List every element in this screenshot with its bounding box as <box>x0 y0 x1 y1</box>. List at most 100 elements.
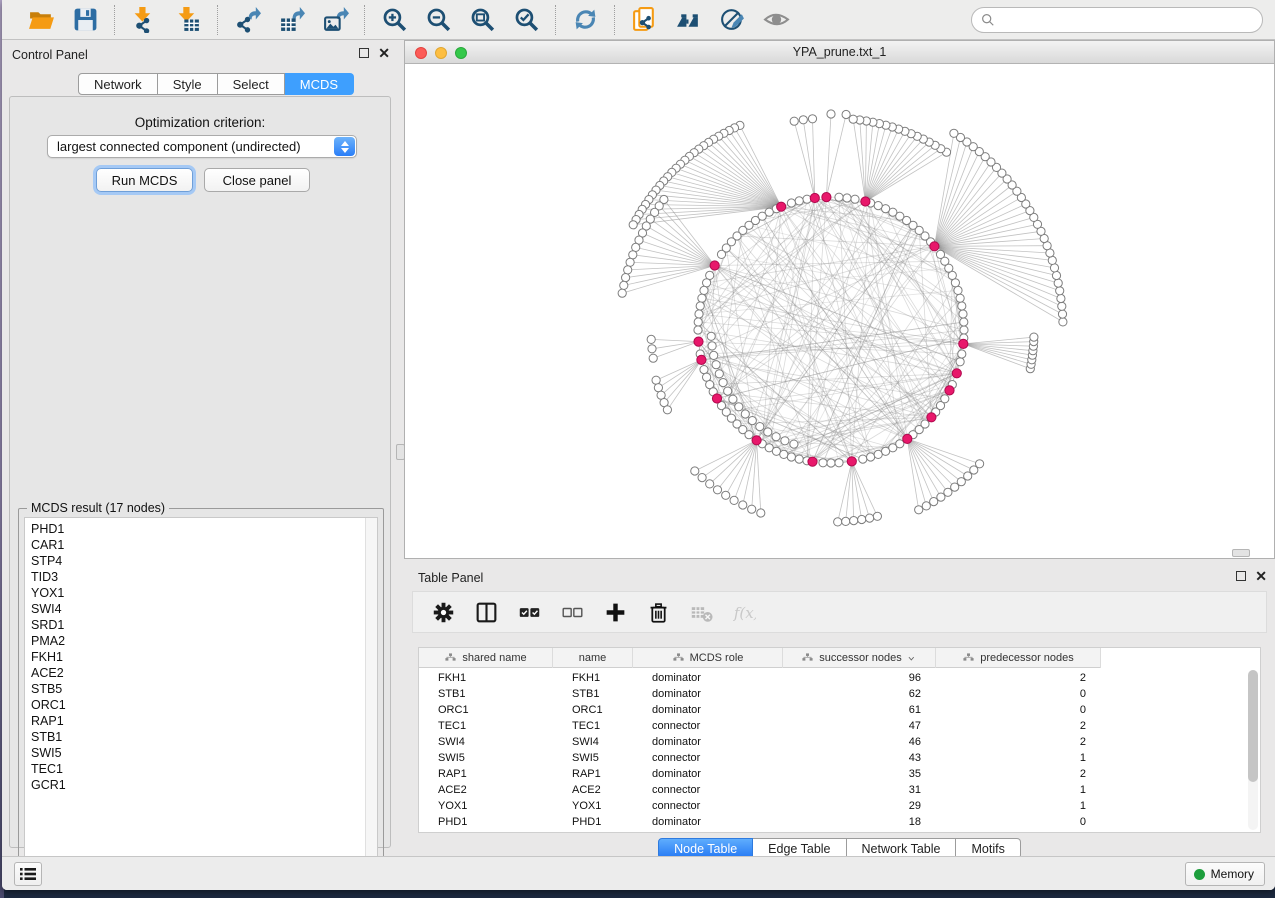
network-node[interactable] <box>649 354 657 362</box>
network-node[interactable] <box>757 509 765 517</box>
mcds-result-item[interactable]: SWI5 <box>31 745 377 761</box>
table-row[interactable]: SWI4SWI4dominator462 <box>419 734 1101 750</box>
network-node[interactable] <box>835 193 843 201</box>
network-node[interactable] <box>834 518 842 526</box>
network-node[interactable] <box>849 115 857 123</box>
search-input[interactable] <box>995 10 1262 30</box>
network-node[interactable] <box>850 517 858 525</box>
mcds-result-item[interactable]: TID3 <box>31 569 377 585</box>
table-row[interactable]: YOX1YOX1connector291 <box>419 798 1101 814</box>
import-network-button[interactable] <box>129 5 159 35</box>
network-node[interactable] <box>859 455 867 463</box>
network-node[interactable] <box>772 433 780 441</box>
mcds-list-scrollbar[interactable] <box>365 518 377 871</box>
network-node[interactable] <box>764 428 772 436</box>
network-node[interactable] <box>722 491 730 499</box>
network-node[interactable] <box>652 376 660 384</box>
network-node[interactable] <box>735 403 743 411</box>
network-node[interactable] <box>715 370 723 378</box>
network-node[interactable] <box>698 474 706 482</box>
table-row[interactable]: ORC1ORC1dominator610 <box>419 702 1101 718</box>
mcds-hub-node[interactable] <box>861 197 870 206</box>
table-row[interactable]: ACE2ACE2connector311 <box>419 782 1101 798</box>
table-row[interactable]: STB1STB1dominator620 <box>419 686 1101 702</box>
mcds-result-item[interactable]: STB1 <box>31 729 377 745</box>
network-node[interactable] <box>1030 333 1038 341</box>
mcds-result-item[interactable]: YOX1 <box>31 585 377 601</box>
network-node[interactable] <box>622 274 630 282</box>
network-node[interactable] <box>819 459 827 467</box>
network-node[interactable] <box>700 286 708 294</box>
tab-style[interactable]: Style <box>158 73 218 95</box>
network-node[interactable] <box>739 501 747 509</box>
network-node[interactable] <box>1056 287 1064 295</box>
network-node[interactable] <box>873 512 881 520</box>
network-node[interactable] <box>795 455 803 463</box>
network-node[interactable] <box>950 129 958 137</box>
close-table-panel-icon[interactable]: ✕ <box>1255 571 1267 581</box>
network-node[interactable] <box>858 515 866 523</box>
tab-select[interactable]: Select <box>218 73 285 95</box>
network-node[interactable] <box>1052 271 1060 279</box>
network-node[interactable] <box>708 342 716 350</box>
network-node[interactable] <box>787 199 795 207</box>
network-node[interactable] <box>748 505 756 513</box>
network-node[interactable] <box>1058 302 1066 310</box>
tab-network[interactable]: Network <box>78 73 158 95</box>
float-panel-icon[interactable] <box>359 48 369 58</box>
network-node[interactable] <box>724 387 732 395</box>
mcds-hub-node[interactable] <box>927 413 936 422</box>
network-node[interactable] <box>745 431 753 439</box>
network-node[interactable] <box>756 423 764 431</box>
network-node[interactable] <box>647 335 655 343</box>
column-header-predecessor-nodes[interactable]: predecessor nodes <box>936 648 1101 668</box>
network-node[interactable] <box>781 437 789 445</box>
network-node[interactable] <box>1054 279 1062 287</box>
export-table-button[interactable] <box>276 5 306 35</box>
network-node[interactable] <box>629 221 637 229</box>
network-node[interactable] <box>618 289 626 297</box>
network-node[interactable] <box>976 460 984 468</box>
network-node[interactable] <box>1059 318 1067 326</box>
eye-button[interactable] <box>761 5 791 35</box>
mcds-result-item[interactable]: PMA2 <box>31 633 377 649</box>
mcds-result-item[interactable]: TEC1 <box>31 761 377 777</box>
network-node[interactable] <box>827 459 835 467</box>
network-node[interactable] <box>694 318 702 326</box>
network-node[interactable] <box>698 294 706 302</box>
delete-column-button[interactable] <box>644 598 672 626</box>
network-canvas[interactable] <box>405 64 1274 558</box>
zoom-fit-button[interactable] <box>467 5 497 35</box>
network-node[interactable] <box>956 358 964 366</box>
network-node[interactable] <box>694 326 702 334</box>
mcds-result-item[interactable]: PHD1 <box>31 521 377 537</box>
network-node[interactable] <box>620 281 628 289</box>
column-header-MCDS-role[interactable]: MCDS role <box>633 648 783 668</box>
network-node[interactable] <box>941 395 949 403</box>
import-table-button[interactable] <box>173 5 203 35</box>
network-node[interactable] <box>707 332 715 340</box>
mcds-hub-node[interactable] <box>712 394 721 403</box>
mcds-result-item[interactable]: RAP1 <box>31 713 377 729</box>
table-row[interactable]: PHD1PHD1dominator180 <box>419 814 1101 830</box>
network-node[interactable] <box>719 379 727 387</box>
deselect-all-button[interactable] <box>558 598 586 626</box>
network-node[interactable] <box>874 202 882 210</box>
network-node[interactable] <box>851 195 859 203</box>
network-node[interactable] <box>956 294 964 302</box>
network-node[interactable] <box>787 453 795 461</box>
network-node[interactable] <box>936 250 944 258</box>
style-preview-button[interactable] <box>717 5 747 35</box>
network-node[interactable] <box>958 350 966 358</box>
mcds-result-item[interactable]: ORC1 <box>31 697 377 713</box>
mcds-hub-node[interactable] <box>777 202 786 211</box>
mcds-result-item[interactable]: CAR1 <box>31 537 377 553</box>
network-node[interactable] <box>921 420 929 428</box>
network-node[interactable] <box>930 498 938 506</box>
network-node[interactable] <box>808 115 816 123</box>
network-node[interactable] <box>741 410 749 418</box>
network-node[interactable] <box>960 326 968 334</box>
network-node[interactable] <box>729 395 737 403</box>
network-node[interactable] <box>629 251 637 259</box>
search-box[interactable] <box>971 7 1263 33</box>
